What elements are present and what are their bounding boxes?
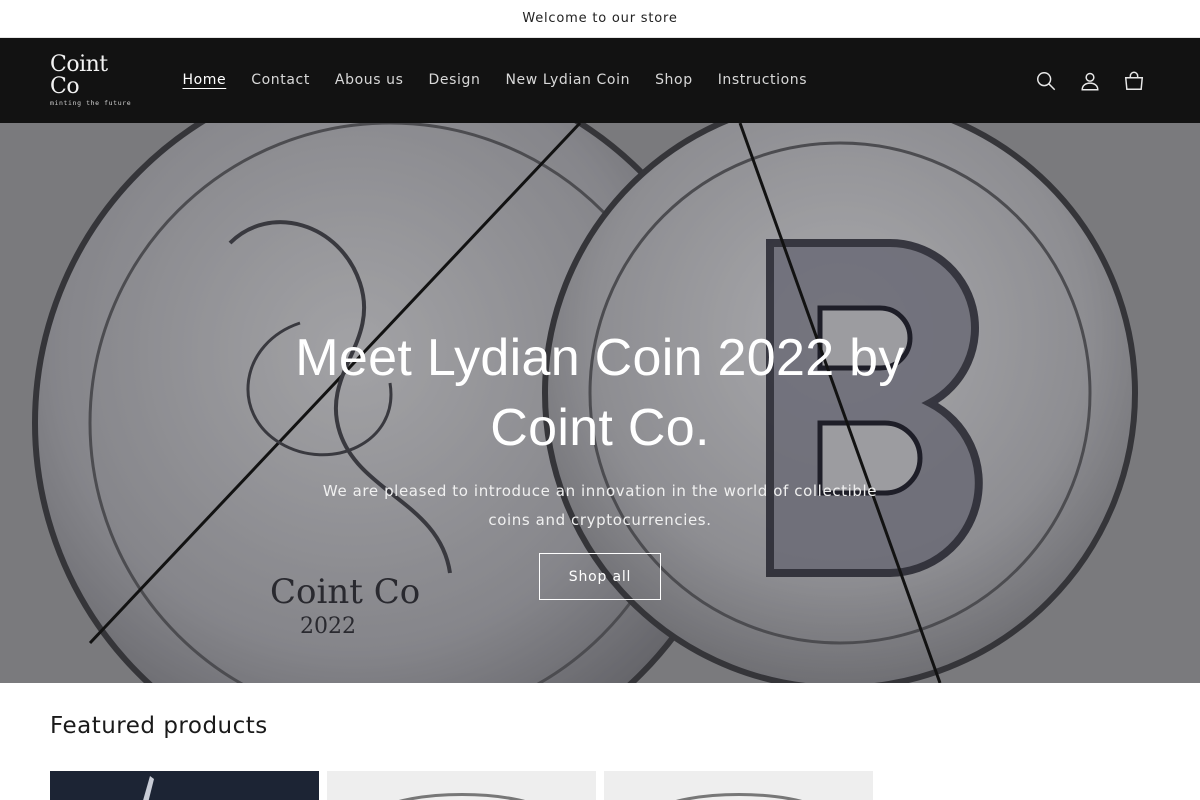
nav-item-new-lydian-coin[interactable]: New Lydian Coin (493, 38, 643, 123)
nav-item-shop[interactable]: Shop (643, 38, 706, 123)
announcement-bar: Welcome to our store (0, 0, 1200, 38)
featured-products-title: Featured products (50, 713, 268, 739)
hero-title: Meet Lydian Coin 2022 by Coint Co. (295, 329, 905, 457)
nav-item-home[interactable]: Home (170, 38, 239, 123)
account-icon[interactable] (1074, 65, 1106, 97)
logo-name: Coint Co (50, 52, 108, 99)
nav-item-about[interactable]: Abous us (322, 38, 416, 123)
product-card[interactable] (604, 771, 873, 800)
logo[interactable]: Coint Co minting the future (50, 52, 142, 108)
product-card[interactable] (50, 771, 319, 800)
main-nav: Home Contact Abous us Design New Lydian … (170, 38, 820, 123)
cart-icon[interactable] (1118, 65, 1150, 97)
product-grid (50, 771, 1150, 800)
nav-item-contact[interactable]: Contact (239, 38, 323, 123)
hero-description: We are pleased to introduce an innovatio… (322, 482, 878, 529)
featured-products-section: Featured products (0, 683, 1200, 800)
product-image (604, 771, 873, 800)
product-image (327, 771, 596, 800)
product-image (50, 771, 319, 800)
nav-item-instructions[interactable]: Instructions (705, 38, 819, 123)
shop-all-button[interactable]: Shop all (539, 553, 661, 600)
hero-banner: Coint Co 2022 Meet Lydian Coin 2022 by C… (0, 123, 1200, 683)
announcement-text: Welcome to our store (522, 11, 678, 26)
logo-tagline: minting the future (50, 99, 132, 107)
search-icon[interactable] (1030, 65, 1062, 97)
site-header: Coint Co minting the future Home Contact… (0, 38, 1200, 123)
hero-content: Meet Lydian Coin 2022 by Coint Co. We ar… (0, 323, 1200, 600)
nav-item-design[interactable]: Design (416, 38, 493, 123)
product-card[interactable] (327, 771, 596, 800)
header-icons (1030, 65, 1150, 97)
